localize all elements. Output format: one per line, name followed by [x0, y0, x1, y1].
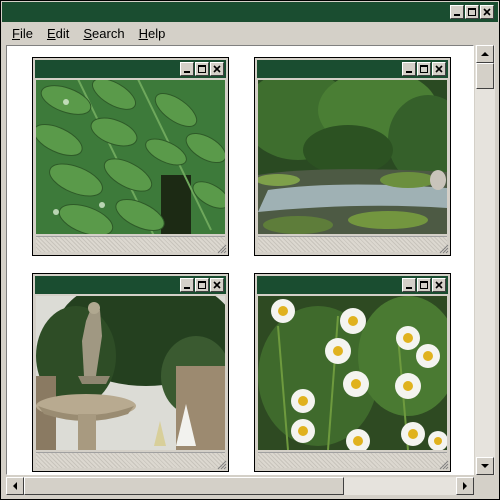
- horizontal-scrollbar[interactable]: [6, 477, 474, 495]
- maximize-button[interactable]: [195, 62, 209, 76]
- main-title-bar[interactable]: [2, 2, 498, 22]
- minimize-button[interactable]: [402, 278, 416, 292]
- document-window-controls: [180, 62, 224, 76]
- close-button[interactable]: [210, 278, 224, 292]
- menu-help[interactable]: Help: [139, 26, 166, 41]
- maximize-icon: [420, 281, 428, 289]
- document-image-daisies: [258, 296, 447, 450]
- document-status-bar: [36, 452, 225, 468]
- minimize-icon: [406, 287, 412, 289]
- close-button[interactable]: [432, 278, 446, 292]
- document-status-bar: [258, 452, 447, 468]
- document-title-bar[interactable]: [257, 60, 448, 78]
- close-icon: [483, 8, 491, 16]
- document-window-controls: [402, 62, 446, 76]
- document-image-ferns: [36, 80, 225, 234]
- maximize-icon: [420, 65, 428, 73]
- minimize-button[interactable]: [180, 278, 194, 292]
- document-status-bar: [36, 236, 225, 252]
- menu-bar: File Edit Search Help: [2, 23, 498, 43]
- arrow-right-icon: [463, 482, 467, 490]
- main-window: File Edit Search Help: [0, 0, 500, 500]
- maximize-icon: [468, 8, 476, 16]
- close-button[interactable]: [432, 62, 446, 76]
- resize-grip-icon[interactable]: [216, 243, 227, 254]
- document-window-stream[interactable]: [254, 57, 451, 256]
- resize-grip-icon[interactable]: [438, 243, 449, 254]
- minimize-button[interactable]: [180, 62, 194, 76]
- menu-edit-accel: E: [46, 25, 56, 41]
- horizontal-scroll-thumb[interactable]: [24, 477, 344, 495]
- scroll-up-button[interactable]: [476, 45, 494, 63]
- minimize-icon: [184, 71, 190, 73]
- scroll-left-button[interactable]: [6, 477, 24, 495]
- menu-file[interactable]: File: [12, 26, 33, 41]
- mdi-client-area: [6, 45, 474, 475]
- minimize-button[interactable]: [402, 62, 416, 76]
- document-title-bar[interactable]: [35, 276, 226, 294]
- document-title-bar[interactable]: [35, 60, 226, 78]
- document-image-stream: [258, 80, 447, 234]
- minimize-icon: [406, 71, 412, 73]
- scroll-right-button[interactable]: [456, 477, 474, 495]
- close-icon: [213, 65, 221, 73]
- document-window-daisies[interactable]: [254, 273, 451, 472]
- vertical-scrollbar[interactable]: [475, 45, 495, 475]
- close-icon: [435, 281, 443, 289]
- maximize-button[interactable]: [465, 5, 479, 19]
- arrow-left-icon: [13, 482, 17, 490]
- document-window-ferns[interactable]: [32, 57, 229, 256]
- resize-grip-icon[interactable]: [438, 459, 449, 470]
- close-button[interactable]: [480, 5, 494, 19]
- close-icon: [435, 65, 443, 73]
- maximize-button[interactable]: [195, 278, 209, 292]
- close-button[interactable]: [210, 62, 224, 76]
- maximize-icon: [198, 281, 206, 289]
- menu-search-accel: S: [83, 25, 93, 41]
- close-icon: [213, 281, 221, 289]
- menu-edit[interactable]: Edit: [47, 26, 69, 41]
- menu-search[interactable]: Search: [83, 26, 124, 41]
- maximize-button[interactable]: [417, 278, 431, 292]
- menu-help-accel: H: [138, 25, 148, 41]
- scrollbar-corner: [475, 477, 495, 495]
- vertical-scroll-thumb[interactable]: [476, 63, 494, 89]
- menu-file-rest: ile: [19, 25, 33, 41]
- document-window-fountain[interactable]: [32, 273, 229, 472]
- menu-edit-rest: dit: [55, 25, 70, 41]
- maximize-button[interactable]: [417, 62, 431, 76]
- document-status-bar: [258, 236, 447, 252]
- minimize-icon: [454, 14, 460, 16]
- main-window-controls: [450, 5, 494, 19]
- menu-help-rest: elp: [147, 25, 166, 41]
- arrow-down-icon: [481, 464, 489, 468]
- menu-file-accel: F: [12, 25, 20, 41]
- maximize-icon: [198, 65, 206, 73]
- scroll-down-button[interactable]: [476, 457, 494, 475]
- resize-grip-icon[interactable]: [216, 459, 227, 470]
- document-window-controls: [402, 278, 446, 292]
- document-image-fountain: [36, 296, 225, 450]
- arrow-up-icon: [481, 52, 489, 56]
- minimize-button[interactable]: [450, 5, 464, 19]
- menu-search-rest: earch: [92, 25, 125, 41]
- document-window-controls: [180, 278, 224, 292]
- minimize-icon: [184, 287, 190, 289]
- document-title-bar[interactable]: [257, 276, 448, 294]
